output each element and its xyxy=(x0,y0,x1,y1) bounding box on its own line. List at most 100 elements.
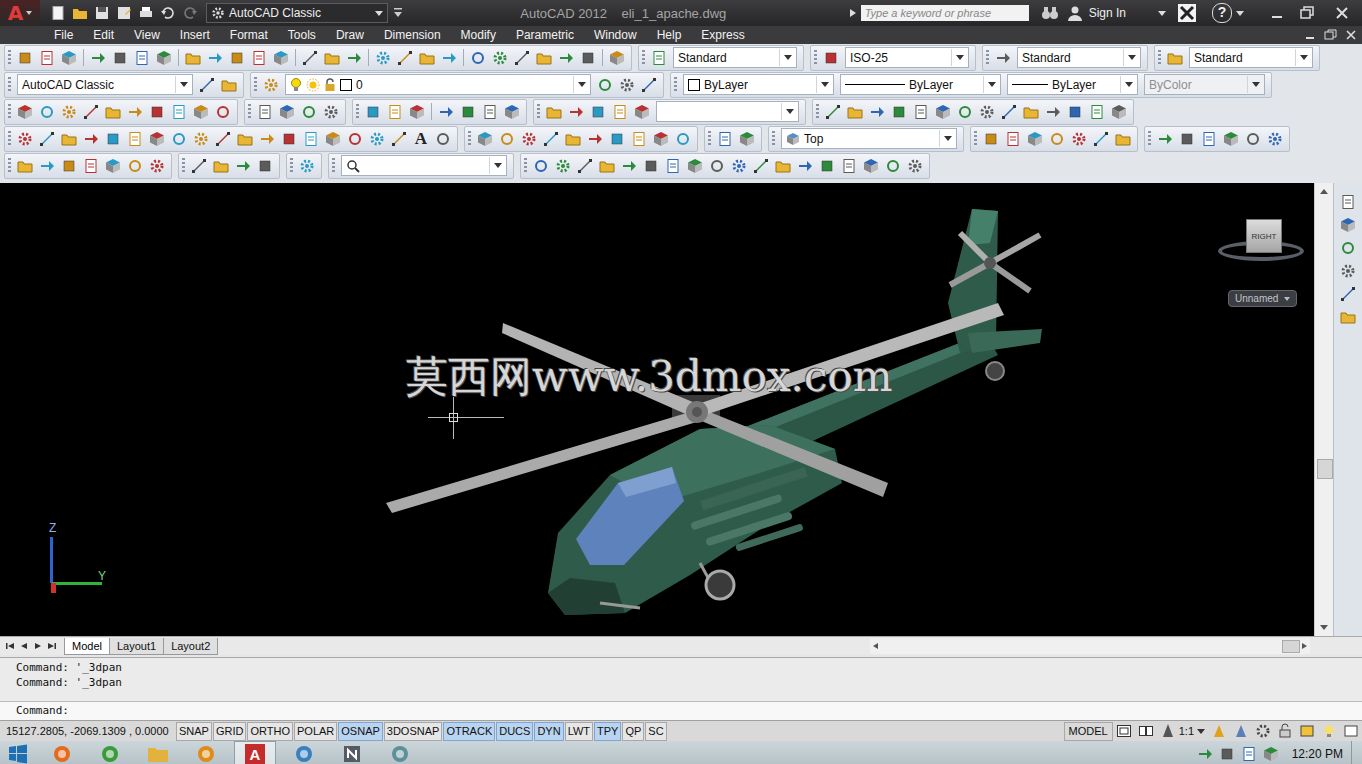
tool-button[interactable] xyxy=(188,155,210,177)
tool-button[interactable] xyxy=(394,47,416,69)
tool-button[interactable] xyxy=(866,101,888,123)
menu-item[interactable]: Express xyxy=(691,28,754,42)
tool-button[interactable] xyxy=(232,155,254,177)
tool-button[interactable] xyxy=(146,155,168,177)
tool-button[interactable] xyxy=(638,74,660,96)
tool-button[interactable] xyxy=(210,155,232,177)
tool-button[interactable] xyxy=(954,101,976,123)
annotation-visibility-icon[interactable] xyxy=(1211,723,1227,739)
tool-button[interactable] xyxy=(888,101,910,123)
multiline-text-button[interactable]: A xyxy=(410,128,432,150)
tool-button[interactable] xyxy=(182,47,204,69)
tool-button[interactable] xyxy=(226,47,248,69)
square-icon[interactable] xyxy=(460,104,476,120)
gear-icon[interactable] xyxy=(193,131,209,147)
cube-icon[interactable] xyxy=(687,158,703,174)
menu-item[interactable]: Parametric xyxy=(506,28,584,42)
tool-button[interactable] xyxy=(606,47,628,69)
tool-button[interactable] xyxy=(584,128,606,150)
dropdown[interactable]: 0 xyxy=(285,74,591,95)
auto-scale-icon[interactable] xyxy=(1233,723,1249,739)
gear-icon[interactable] xyxy=(619,77,635,93)
gear-icon[interactable] xyxy=(1267,131,1283,147)
tool-button[interactable] xyxy=(496,128,518,150)
circle-icon[interactable] xyxy=(301,104,317,120)
tool-button[interactable] xyxy=(714,128,736,150)
arrow-icon[interactable] xyxy=(621,158,637,174)
menu-item[interactable]: Help xyxy=(647,28,692,42)
folder-icon[interactable] xyxy=(185,50,201,66)
toolbar-grip[interactable] xyxy=(708,131,711,147)
firefox-taskbar-button[interactable] xyxy=(42,742,82,764)
tool-button[interactable] xyxy=(1337,306,1359,328)
lightbulb-icon[interactable] xyxy=(290,78,302,92)
circle-icon[interactable] xyxy=(957,104,973,120)
circle-icon[interactable] xyxy=(499,131,515,147)
tool-button[interactable] xyxy=(631,101,653,123)
tool-button[interactable] xyxy=(1220,128,1242,150)
tool-button[interactable] xyxy=(1090,128,1112,150)
tool-button[interactable] xyxy=(794,155,816,177)
tool-button[interactable] xyxy=(650,128,672,150)
tool-button[interactable] xyxy=(14,101,36,123)
square-icon[interactable] xyxy=(891,104,907,120)
circle-icon[interactable] xyxy=(1340,240,1356,256)
tool-button[interactable] xyxy=(432,128,454,150)
page-icon[interactable] xyxy=(303,131,319,147)
dropdown[interactable]: ByLayer xyxy=(683,74,834,95)
status-toggle[interactable]: SC xyxy=(645,722,666,741)
tool-button[interactable] xyxy=(254,101,276,123)
tool-button[interactable] xyxy=(501,101,523,123)
arrow-icon[interactable] xyxy=(558,50,574,66)
square-icon[interactable] xyxy=(983,131,999,147)
tool-button[interactable] xyxy=(1002,128,1024,150)
square-icon[interactable] xyxy=(609,131,625,147)
isolate-objects-icon[interactable] xyxy=(1321,723,1337,739)
toolbar-grip[interactable] xyxy=(8,77,11,93)
square-icon[interactable] xyxy=(819,158,835,174)
menu-item[interactable]: Edit xyxy=(83,28,124,42)
tool-button[interactable] xyxy=(212,128,234,150)
page-icon[interactable] xyxy=(665,158,681,174)
clean-screen-icon[interactable] xyxy=(1343,723,1359,739)
toolbar-grip[interactable] xyxy=(8,50,11,66)
page-icon[interactable] xyxy=(1340,194,1356,210)
arrow-icon[interactable] xyxy=(235,158,251,174)
tool-button[interactable] xyxy=(1108,101,1130,123)
tool-button[interactable] xyxy=(212,101,234,123)
circle-icon[interactable] xyxy=(1049,131,1065,147)
arrow-icon[interactable] xyxy=(441,50,457,66)
notes-taskbar-button[interactable] xyxy=(332,742,372,764)
tool-button[interactable] xyxy=(298,101,320,123)
tool-button[interactable] xyxy=(606,128,628,150)
circle-icon[interactable] xyxy=(709,158,725,174)
arrow-icon[interactable] xyxy=(83,131,99,147)
tool-button[interactable] xyxy=(1176,128,1198,150)
new-icon[interactable] xyxy=(50,5,66,21)
tool-taskbar-button[interactable] xyxy=(380,742,420,764)
clock[interactable]: 12:20 PM xyxy=(1292,747,1343,761)
cube-icon[interactable] xyxy=(325,131,341,147)
circle-icon[interactable] xyxy=(171,131,187,147)
toolbar-grip[interactable] xyxy=(674,77,677,93)
folder-icon[interactable] xyxy=(565,131,581,147)
dropdown[interactable]: Standard xyxy=(673,47,797,68)
tool-button[interactable] xyxy=(518,128,540,150)
tool-button[interactable] xyxy=(276,101,298,123)
help-button[interactable]: ? xyxy=(1212,3,1232,23)
cube-icon[interactable] xyxy=(1027,131,1043,147)
tool-button[interactable] xyxy=(574,155,596,177)
folder-icon[interactable] xyxy=(536,50,552,66)
cube-icon[interactable] xyxy=(1340,217,1356,233)
tool-button[interactable] xyxy=(860,155,882,177)
status-toggle[interactable]: OSNAP xyxy=(338,722,383,741)
gear-icon[interactable] xyxy=(521,131,537,147)
folder-icon[interactable] xyxy=(1115,131,1131,147)
status-toggle[interactable]: TPY xyxy=(594,722,621,741)
page-icon[interactable] xyxy=(127,131,143,147)
arrow-icon[interactable] xyxy=(207,50,223,66)
folder-icon[interactable] xyxy=(847,104,863,120)
scroll-down-icon[interactable] xyxy=(1316,620,1332,634)
gear-icon[interactable] xyxy=(17,131,33,147)
tool-button[interactable] xyxy=(684,155,706,177)
